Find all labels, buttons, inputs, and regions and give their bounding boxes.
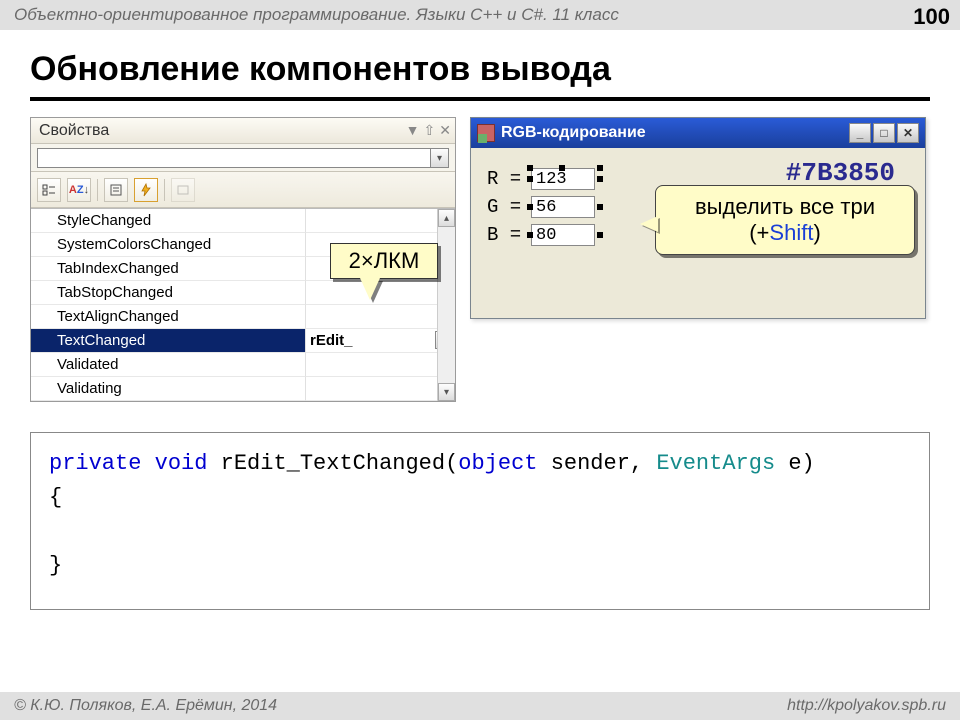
code-snippet: private void rEdit_TextChanged(object se… bbox=[30, 432, 930, 610]
event-list: StyleChangedSystemColorsChangedTabIndexC… bbox=[31, 208, 455, 401]
event-row[interactable]: Validating bbox=[31, 377, 455, 401]
selection-handle[interactable] bbox=[527, 204, 533, 210]
selection-handle[interactable] bbox=[597, 165, 603, 171]
field-label: R = bbox=[487, 168, 525, 190]
title-underline bbox=[30, 97, 930, 101]
event-name: Validating bbox=[31, 377, 306, 401]
titlebar[interactable]: RGB-кодирование _ □ ✕ bbox=[471, 118, 925, 148]
close-button[interactable]: ✕ bbox=[897, 123, 919, 143]
event-value[interactable] bbox=[306, 377, 455, 401]
event-row[interactable]: StyleChanged bbox=[31, 209, 455, 233]
callout-select-all: выделить все три (+Shift) bbox=[655, 185, 915, 255]
page-number: 100 bbox=[913, 4, 950, 30]
event-value[interactable] bbox=[306, 209, 455, 233]
chevron-down-icon[interactable]: ▾ bbox=[430, 149, 448, 167]
event-name: SystemColorsChanged bbox=[31, 233, 306, 257]
event-name: Validated bbox=[31, 353, 306, 377]
selection-handle[interactable] bbox=[559, 165, 565, 171]
footer: © К.Ю. Поляков, Е.А. Ерёмин, 2014 http:/… bbox=[0, 692, 960, 720]
footer-left: © К.Ю. Поляков, Е.А. Ерёмин, 2014 bbox=[14, 697, 277, 715]
event-name: TextAlignChanged bbox=[31, 305, 306, 329]
event-value[interactable]: rEdit_▾ bbox=[306, 329, 455, 353]
field-input[interactable]: 80 bbox=[531, 224, 595, 246]
app-icon bbox=[477, 124, 495, 142]
selection-handle[interactable] bbox=[527, 165, 533, 171]
pin-icon[interactable]: ⇧ bbox=[424, 122, 436, 139]
callout-tail bbox=[360, 278, 380, 300]
event-row[interactable]: TextChangedrEdit_▾ bbox=[31, 329, 455, 353]
window-title: RGB-кодирование bbox=[501, 124, 646, 142]
page-title: Обновление компонентов вывода bbox=[30, 50, 930, 89]
alphabetical-button[interactable]: AZ↓ bbox=[67, 178, 91, 202]
event-value[interactable] bbox=[306, 281, 455, 305]
callout-line1: выделить все три bbox=[672, 194, 898, 220]
event-name: StyleChanged bbox=[31, 209, 306, 233]
properties-button[interactable] bbox=[104, 178, 128, 202]
dropdown-icon[interactable]: ▼ bbox=[406, 122, 420, 139]
selection-handle[interactable] bbox=[597, 204, 603, 210]
field-input[interactable]: 56 bbox=[531, 196, 595, 218]
property-pages-button[interactable] bbox=[171, 178, 195, 202]
callout-double-click: 2×ЛКМ bbox=[330, 243, 438, 279]
callout-line2: (+Shift) bbox=[672, 220, 898, 246]
minimize-button[interactable]: _ bbox=[849, 123, 871, 143]
selection-handle[interactable] bbox=[597, 176, 603, 182]
scroll-down-button[interactable]: ▾ bbox=[438, 383, 455, 401]
events-button[interactable] bbox=[134, 178, 158, 202]
toolbar-divider bbox=[97, 179, 98, 201]
event-row[interactable]: TabStopChanged bbox=[31, 281, 455, 305]
panel-title-text: Свойства bbox=[39, 122, 109, 140]
event-name: TabIndexChanged bbox=[31, 257, 306, 281]
selection-handle[interactable] bbox=[597, 232, 603, 238]
event-value[interactable] bbox=[306, 305, 455, 329]
footer-right: http://kpolyakov.spb.ru bbox=[787, 697, 946, 715]
scrollbar[interactable]: ▴ ▾ bbox=[437, 209, 455, 401]
event-name: TabStopChanged bbox=[31, 281, 306, 305]
field-label: G = bbox=[487, 196, 525, 218]
scroll-up-button[interactable]: ▴ bbox=[438, 209, 455, 227]
selection-handle[interactable] bbox=[527, 232, 533, 238]
toolbar-divider bbox=[164, 179, 165, 201]
object-selector[interactable]: ▾ bbox=[37, 148, 449, 168]
panel-title: Свойства ▼ ⇧ ✕ bbox=[31, 118, 455, 144]
header-bar: Объектно-ориентированное программировани… bbox=[0, 0, 960, 30]
event-row[interactable]: TextAlignChanged bbox=[31, 305, 455, 329]
field-input[interactable]: 123 bbox=[531, 168, 595, 190]
maximize-button[interactable]: □ bbox=[873, 123, 895, 143]
callout-tail bbox=[640, 216, 658, 232]
selection-handle[interactable] bbox=[527, 176, 533, 182]
event-name: TextChanged bbox=[31, 329, 306, 353]
panel-toolbar: AZ↓ bbox=[31, 172, 455, 208]
breadcrumb: Объектно-ориентированное программировани… bbox=[14, 5, 619, 25]
field-label: B = bbox=[487, 224, 525, 246]
categorized-button[interactable] bbox=[37, 178, 61, 202]
event-value[interactable] bbox=[306, 353, 455, 377]
close-icon[interactable]: ✕ bbox=[439, 122, 451, 139]
event-row[interactable]: Validated bbox=[31, 353, 455, 377]
